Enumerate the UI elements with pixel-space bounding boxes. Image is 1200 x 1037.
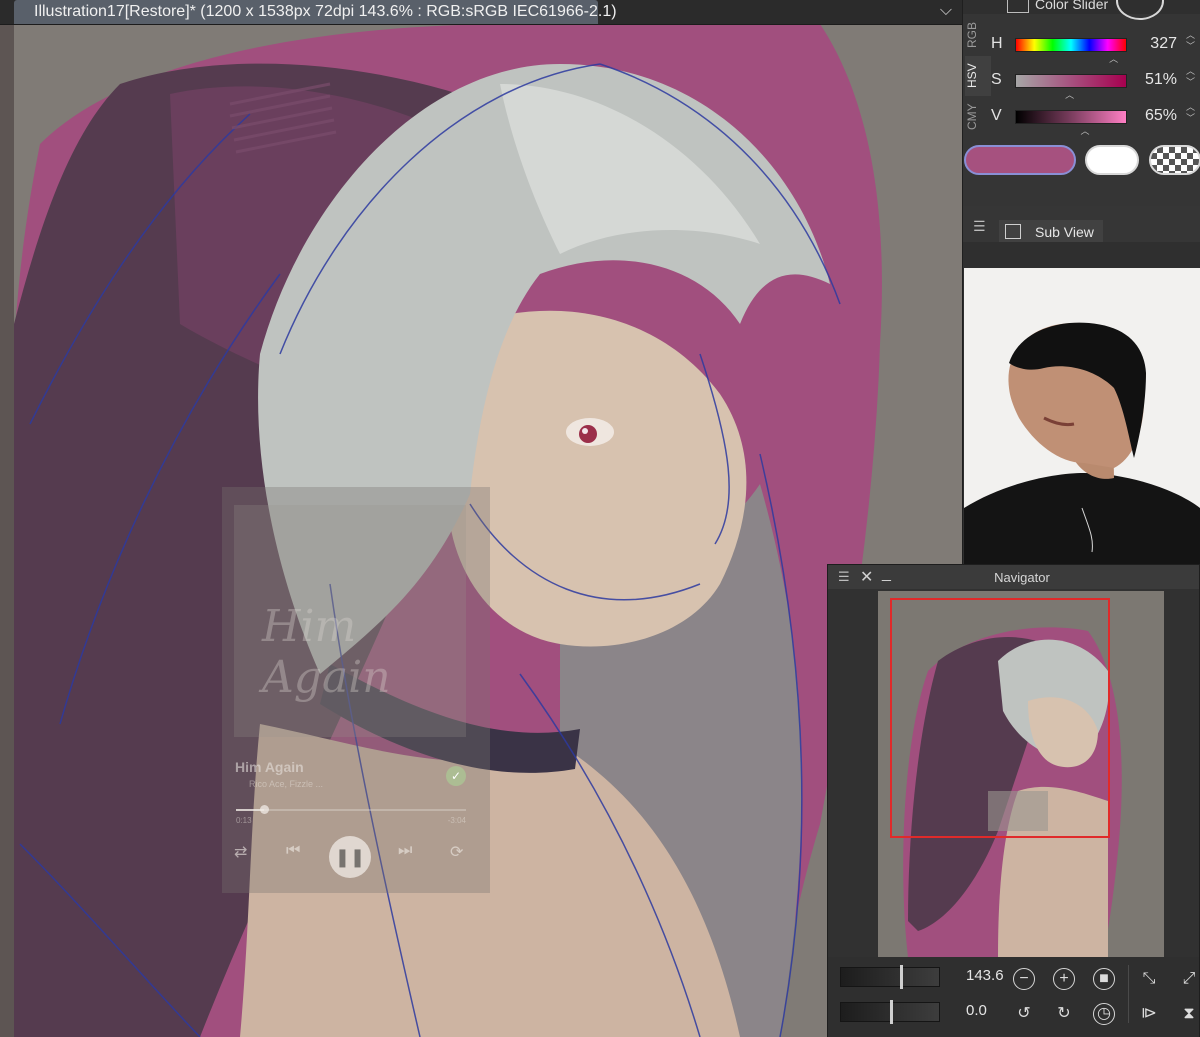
color-slider-title: Color Slider: [1035, 0, 1109, 12]
pause-icon[interactable]: ❚❚: [329, 836, 371, 878]
navigator-view-rect[interactable]: [890, 598, 1110, 838]
album-cover-title: Him Again: [262, 601, 391, 703]
sub-view-header: ☰ Sub View: [963, 206, 1200, 242]
tab-sub-view[interactable]: Sub View: [999, 220, 1103, 242]
color-mode-tabs: RGB HSV CMY: [965, 16, 991, 136]
song-title: Him Again: [235, 759, 304, 775]
canvas-area[interactable]: Illustration17[Restore]* (1200 x 1538px …: [0, 0, 962, 1037]
repeat-icon[interactable]: ⟳: [450, 842, 463, 862]
tab-cmy[interactable]: CMY: [965, 98, 991, 136]
fit-to-screen-icon[interactable]: ⤡: [1138, 968, 1160, 990]
music-player-overlay: Him Again Him Again Rico Ace, Fizzle ...…: [222, 487, 490, 893]
value-stepper[interactable]: ︿ ﹀: [1186, 102, 1195, 124]
value-slider[interactable]: [1015, 110, 1127, 124]
panel-menu-icon[interactable]: ☰: [973, 218, 986, 235]
value-slider-row: V ︿ 65% ︿ ﹀: [991, 102, 1200, 136]
navigator-panel: ☰ ✕ _ Navigator 143.6 − + ■ ⤡ ⤢ 0.0 ↺ ↻ …: [827, 564, 1200, 1037]
transparent-color-swatch[interactable]: [1149, 145, 1200, 175]
skip-next-icon[interactable]: ⏭: [398, 842, 412, 860]
navigator-title: Navigator: [994, 570, 1050, 585]
saturation-label: S: [991, 71, 1002, 88]
song-progress-knob[interactable]: [259, 805, 269, 814]
document-tab-title: Illustration17[Restore]* (1200 x 1538px …: [34, 3, 617, 20]
document-tab-bar: Illustration17[Restore]* (1200 x 1538px …: [0, 0, 962, 25]
navigator-header: ☰ ✕ _ Navigator: [828, 565, 1199, 589]
saturation-slider-row: S ︿ 51% ︿ ﹀: [991, 66, 1200, 100]
shuffle-icon[interactable]: ⇄: [234, 842, 247, 862]
value-label: V: [991, 107, 1002, 124]
song-progress-bar[interactable]: [236, 805, 466, 814]
zoom-slider-knob[interactable]: [899, 965, 903, 989]
sub-view-title: Sub View: [1035, 224, 1094, 240]
time-elapsed: 0:13: [236, 816, 252, 825]
tab-hsv[interactable]: HSV: [965, 56, 991, 96]
reference-photo[interactable]: [964, 268, 1200, 564]
saturation-slider-caret[interactable]: ︿: [1065, 88, 1074, 101]
zoom-in-icon[interactable]: +: [1053, 968, 1075, 990]
album-cover: Him Again: [234, 505, 466, 737]
rotate-left-icon[interactable]: ↺: [1013, 1003, 1035, 1025]
sub-view-icon: [1005, 224, 1021, 239]
value-value[interactable]: 65%: [1145, 107, 1177, 125]
color-slider-header: Color Slider: [963, 0, 1200, 20]
document-tab[interactable]: Illustration17[Restore]* (1200 x 1538px …: [14, 0, 617, 24]
flip-horizontal-icon[interactable]: ⧐: [1138, 1003, 1160, 1025]
expand-icon[interactable]: ⤢: [1178, 968, 1200, 990]
song-artist: Rico Ace, Fizzle ...: [249, 779, 324, 789]
skip-prev-icon[interactable]: ⏮: [286, 842, 300, 860]
time-remaining: -3:04: [447, 816, 466, 825]
navigator-controls: 143.6 − + ■ ⤡ ⤢ 0.0 ↺ ↻ ◷ ⧐ ⧗: [828, 957, 1199, 1037]
zoom-out-icon[interactable]: −: [1013, 968, 1035, 990]
color-swatches: [963, 142, 1200, 178]
color-slider-panel: Color Slider RGB HSV CMY H ︿ 327 ︿ ﹀ S ︿ …: [962, 0, 1200, 206]
main-color-swatch[interactable]: [964, 145, 1076, 175]
flip-vertical-icon[interactable]: ⧗: [1178, 1003, 1200, 1025]
saturation-value[interactable]: 51%: [1145, 71, 1177, 89]
value-slider-caret[interactable]: ︿: [1081, 124, 1090, 137]
chevron-down-icon[interactable]: ⌵: [940, 2, 952, 20]
color-slider-icon: [1007, 0, 1029, 13]
saturation-stepper[interactable]: ︿ ﹀: [1186, 66, 1195, 88]
hue-slider-row: H ︿ 327 ︿ ﹀: [991, 30, 1200, 64]
hue-stepper[interactable]: ︿ ﹀: [1186, 30, 1195, 52]
color-wheel-icon[interactable]: [1116, 0, 1164, 20]
saturation-slider[interactable]: [1015, 74, 1127, 88]
divider: [1128, 965, 1129, 1023]
sub-color-swatch[interactable]: [1085, 145, 1139, 175]
hue-slider-caret[interactable]: ︿: [1109, 52, 1118, 65]
zoom-value[interactable]: 143.6: [966, 967, 1004, 984]
stop-icon[interactable]: ■: [1093, 968, 1115, 990]
hue-slider[interactable]: [1015, 38, 1127, 52]
hue-label: H: [991, 35, 1003, 52]
tab-rgb[interactable]: RGB: [965, 16, 991, 54]
hue-value[interactable]: 327: [1150, 35, 1177, 53]
rotation-slider[interactable]: [840, 1000, 940, 1024]
check-icon[interactable]: ✓: [446, 766, 466, 786]
sub-view-panel: ☰ Sub View: [962, 206, 1200, 566]
rotate-right-icon[interactable]: ↻: [1053, 1003, 1075, 1025]
reset-rotation-icon[interactable]: ◷: [1093, 1003, 1115, 1025]
zoom-slider[interactable]: [840, 965, 940, 989]
rotation-value[interactable]: 0.0: [966, 1002, 987, 1019]
rotation-slider-knob[interactable]: [890, 1000, 893, 1024]
